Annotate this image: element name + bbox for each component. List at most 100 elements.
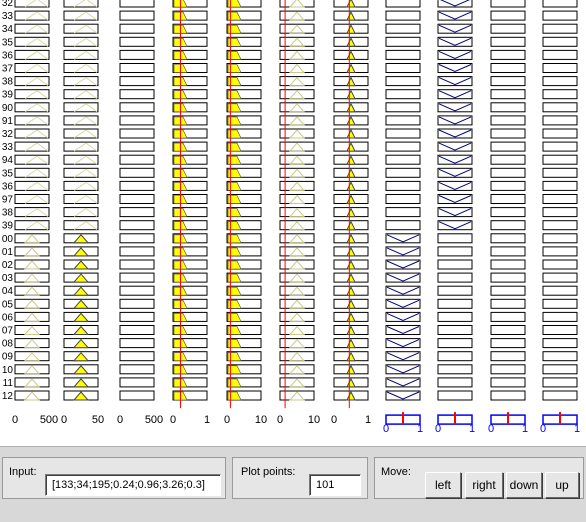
input-field[interactable]: [133;34;195;0.24;0.96;3.26;0.3] [45,474,221,496]
row-label: 90 [2,103,14,114]
row-label: 91 [2,116,14,127]
rule-plot-svg: 3233343536373839909132339435369738390001… [2,0,580,435]
rule-cell [542,246,578,257]
row-label: 36 [2,181,14,192]
plot-points-label: Plot points: [241,466,296,478]
row-label: 39 [2,221,14,232]
move-down-button[interactable]: down [506,472,542,498]
row-label: 34 [2,24,14,35]
rule-cell [437,377,473,388]
rule-cell [385,102,421,113]
rule-cell [490,207,526,218]
rule-cell [437,390,473,401]
row-label: 33 [2,142,14,153]
rule-cell [385,167,421,178]
rule-cell [542,23,578,34]
move-up-button[interactable]: up [545,472,579,498]
plot-points-group: Plot points: 101 [232,457,368,499]
rule-cell [542,390,578,401]
rule-cell [119,63,155,73]
rule-cell [119,0,155,8]
rule-cell [119,141,155,152]
rule-cell [490,63,526,73]
rule-cell [119,89,155,100]
row-label: 09 [2,352,14,363]
rule-cell [385,141,421,152]
rule-cell [490,10,526,21]
rule-cell [119,167,155,178]
rule-cell [119,220,155,231]
axis-max-label: 10 [308,414,320,426]
rule-cell [490,233,526,244]
rule-cell [385,36,421,47]
move-right-button[interactable]: right [465,472,503,498]
rule-cell [119,259,155,270]
axis-max-label: 50 [92,414,104,426]
rule-cell [385,0,421,8]
rule-cell [542,364,578,375]
rule-cell [542,0,578,8]
rule-cell [542,102,578,113]
rule-cell [437,285,473,296]
rule-cell [385,10,421,21]
rule-cell [542,298,578,309]
rule-cell [385,128,421,139]
rule-cell [119,23,155,34]
plot-points-field[interactable]: 101 [309,474,361,496]
rule-cell [490,220,526,231]
rule-cell [542,194,578,204]
rule-cell [490,259,526,270]
rule-cell [490,115,526,126]
rule-cell [490,325,526,335]
axis-max-label: 1 [469,423,475,435]
rule-cell [119,338,155,349]
rule-cell [385,194,421,204]
rule-cell [542,89,578,100]
row-label: 07 [2,326,14,337]
rule-cell [490,154,526,165]
rule-cell [542,220,578,231]
rule-cell [385,180,421,191]
rule-cell [119,102,155,113]
rule-cell [119,233,155,244]
row-label: 01 [2,247,14,258]
input-group: Input: [133;34;195;0.24;0.96;3.26;0.3] [2,457,226,499]
rule-cell [490,351,526,362]
rule-cell [490,194,526,204]
rule-cell [490,167,526,178]
rule-cell [542,167,578,178]
rule-cell [542,259,578,270]
rule-cell [437,272,473,283]
row-label: 03 [2,273,14,284]
rule-cell [385,89,421,100]
move-left-button[interactable]: left [425,472,461,498]
rule-cell [119,272,155,283]
row-label: 04 [2,286,14,297]
rule-cell [542,49,578,60]
rule-cell [542,351,578,362]
axis-max-label: 1 [574,423,580,435]
rule-cell [119,311,155,322]
axis-min-label: 0 [170,414,176,426]
rule-cell [119,154,155,165]
rule-cell [385,220,421,231]
rule-cell [385,154,421,165]
row-label: 05 [2,299,14,310]
rule-cell [490,76,526,87]
rule-cell [119,36,155,47]
rule-cell [490,128,526,139]
rule-cell [490,23,526,34]
rule-cell [542,272,578,283]
axis-min-label: 0 [488,423,494,435]
axis-max-label: 1 [417,423,423,435]
row-label: 35 [2,37,14,48]
control-panel: Input: [133;34;195;0.24;0.96;3.26;0.3] P… [0,446,586,522]
rule-cell [119,351,155,362]
rule-cell [385,49,421,60]
row-label: 97 [2,195,14,206]
rule-cell [542,141,578,152]
axis-max-label: 500 [145,414,163,426]
row-label: 11 [3,378,14,389]
axis-min-label: 0 [12,414,18,426]
row-label: 06 [2,312,14,323]
